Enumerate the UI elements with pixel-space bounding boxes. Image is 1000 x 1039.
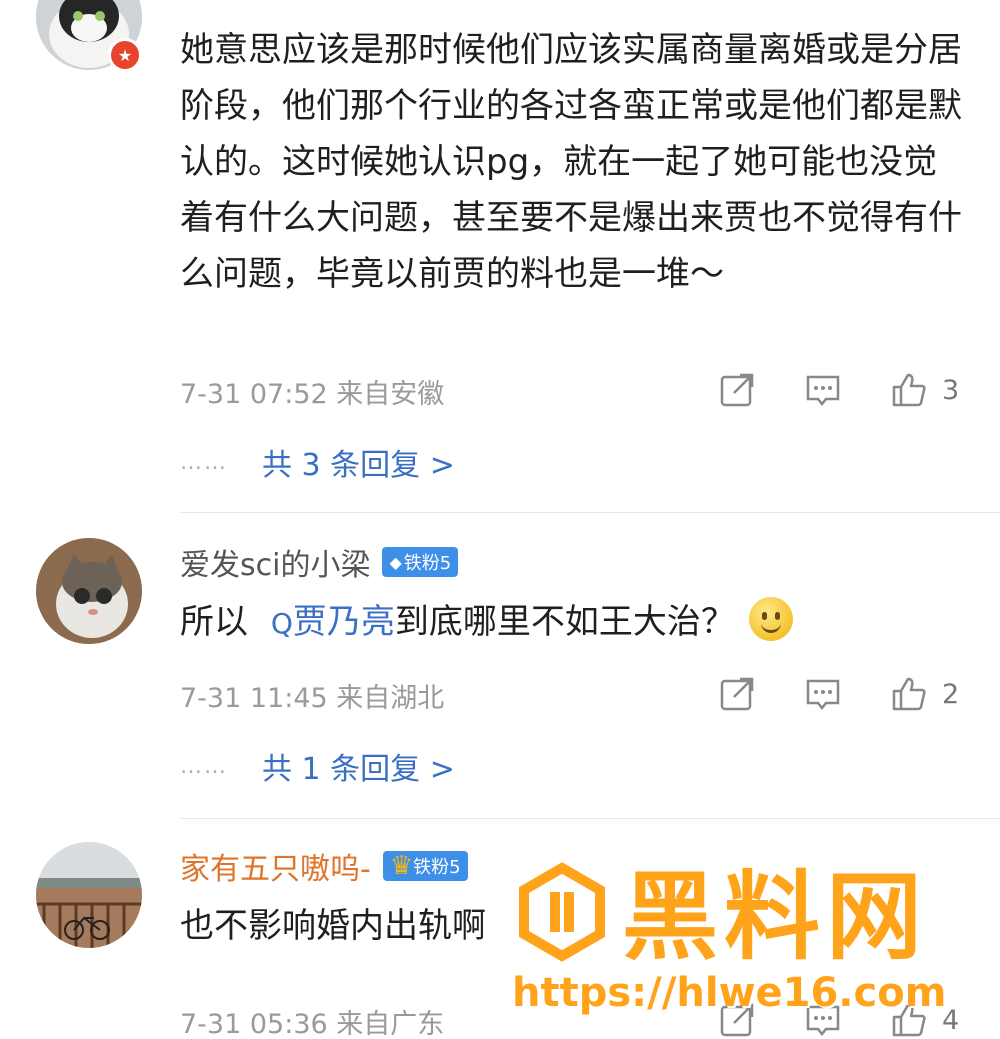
comment-meta-row: 7-31 11:45 来自湖北 2 xyxy=(180,672,970,716)
diamond-icon: ◆ xyxy=(389,552,402,572)
like-button[interactable]: 3 xyxy=(890,368,959,412)
divider xyxy=(180,512,1000,513)
username-row: 爱发sci的小梁 ◆ 铁粉5 xyxy=(180,540,459,584)
like-icon xyxy=(892,373,926,407)
avatar[interactable] xyxy=(36,538,142,644)
crown-icon: ♛ xyxy=(389,851,414,881)
comment-button[interactable] xyxy=(804,998,842,1039)
timestamp-location: 7-31 05:36 来自广东 xyxy=(180,1009,445,1039)
username-row: 家有五只嗷呜- ♛ 铁粉5 xyxy=(180,844,468,888)
like-count: 2 xyxy=(942,678,960,710)
comment-button[interactable] xyxy=(804,672,842,716)
share-button[interactable] xyxy=(718,672,756,716)
comment-icon xyxy=(806,679,840,711)
comment-meta-row: 7-31 07:52 来自安徽 3 xyxy=(180,368,970,412)
comment-text: 她意思应该是那时候他们应该实属商量离婚或是分居阶段，他们那个行业的各过各蛮正常或… xyxy=(180,30,962,294)
avatar-cat-image xyxy=(36,538,142,644)
fan-badge[interactable]: ♛ 铁粉5 xyxy=(382,851,468,881)
view-replies-link[interactable]: 共 1 条回复 > xyxy=(262,744,455,788)
like-icon xyxy=(892,1003,926,1037)
search-icon: Q xyxy=(270,607,293,640)
comment-text-before: 所以 xyxy=(180,602,248,642)
timestamp-location: 7-31 11:45 来自湖北 xyxy=(180,683,445,714)
replies-row: …… 共 3 条回复 > xyxy=(180,440,455,484)
fan-badge-label: 铁粉5 xyxy=(413,857,461,878)
comment-text: 所以 Q贾乃亮到底哪里不如王大治？ xyxy=(180,594,970,652)
divider xyxy=(180,818,1000,819)
search-mention-link[interactable]: Q贾乃亮 xyxy=(271,602,395,642)
avatar[interactable] xyxy=(36,842,142,948)
replies-dots: …… xyxy=(180,449,228,475)
like-button[interactable]: 4 xyxy=(890,998,959,1039)
share-icon xyxy=(720,677,754,711)
share-icon xyxy=(720,373,754,407)
view-replies-link[interactable]: 共 3 条回复 > xyxy=(262,440,455,484)
share-button[interactable] xyxy=(718,998,756,1039)
fan-badge[interactable]: ◆ 铁粉5 xyxy=(382,547,459,577)
avatar-landscape-image xyxy=(36,842,142,948)
username[interactable]: 爱发sci的小梁 xyxy=(180,540,370,584)
like-button[interactable]: 2 xyxy=(890,672,959,716)
comment-button[interactable] xyxy=(804,368,842,412)
vip-star-icon: ★ xyxy=(108,38,142,72)
replies-dots: …… xyxy=(180,753,228,779)
comment-text: 也不影响婚内出轨啊 xyxy=(180,906,486,946)
fan-badge-label: 铁粉5 xyxy=(403,553,452,574)
like-icon xyxy=(892,677,926,711)
replies-row: …… 共 1 条回复 > xyxy=(180,744,455,788)
timestamp-location: 7-31 07:52 来自安徽 xyxy=(180,379,445,410)
comment-meta-row: 7-31 05:36 来自广东 4 xyxy=(180,998,970,1039)
comment-icon xyxy=(806,1005,840,1037)
share-button[interactable] xyxy=(718,368,756,412)
username[interactable]: 家有五只嗷呜- xyxy=(180,844,371,888)
mention-label: 贾乃亮 xyxy=(292,602,395,642)
comment-text-after: 到底哪里不如王大治？ xyxy=(394,602,735,642)
comment-icon xyxy=(806,375,840,407)
like-count: 3 xyxy=(942,374,960,406)
share-icon xyxy=(720,1003,754,1037)
smile-emoji-icon xyxy=(748,597,793,641)
like-count: 4 xyxy=(942,1004,960,1036)
